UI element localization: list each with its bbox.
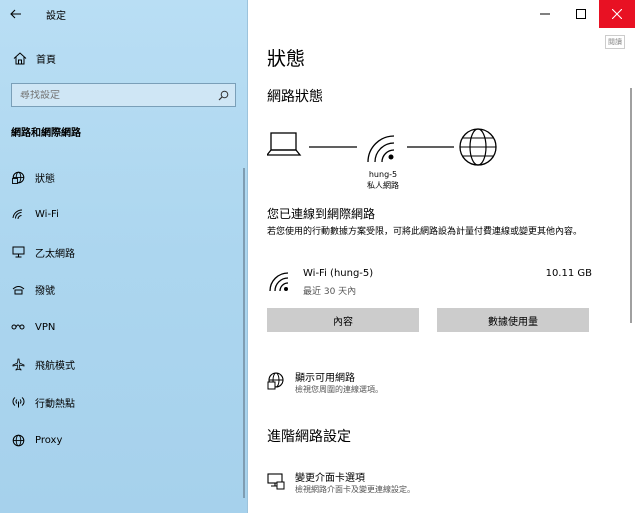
hotspot-icon (8, 396, 28, 408)
search-icon[interactable] (211, 90, 235, 101)
advanced-settings-title: 進階網路設定 (267, 429, 351, 445)
properties-button[interactable]: 內容 (267, 308, 419, 332)
close-icon (612, 9, 622, 19)
vpn-icon (8, 322, 28, 332)
maximize-button[interactable] (563, 0, 599, 28)
maximize-icon (576, 9, 586, 19)
option-description: 檢視網路介面卡及變更連線設定。 (295, 485, 415, 494)
sidebar-item-label: VPN (35, 321, 56, 333)
sidebar-item-hotspot[interactable]: 行動熱點 (0, 389, 244, 415)
main-content: 閱讀 狀態 網路狀態 hung-5 私人網路 您已連線到網際網路 若您使用的行動… (248, 0, 635, 513)
sidebar-item-dialup[interactable]: 撥號 (0, 276, 244, 302)
network-type: 私人網路 (367, 181, 399, 190)
network-name: hung-5 (368, 170, 398, 179)
globe-icon (8, 434, 28, 447)
globe-network-icon (267, 372, 284, 390)
ethernet-icon (8, 246, 28, 258)
search-box[interactable] (11, 83, 236, 107)
adapter-icon (267, 473, 285, 490)
page-subtitle: 網路狀態 (267, 89, 323, 105)
show-available-networks[interactable]: 顯示可用網路 檢視您周圍的連線選項。 (267, 369, 597, 399)
window-controls (527, 0, 635, 28)
sidebar-item-label: 乙太網路 (35, 248, 75, 260)
option-title: 顯示可用網路 (295, 373, 355, 384)
network-label: hung-5 私人網路 (348, 169, 418, 191)
option-description: 檢視您周圍的連線選項。 (295, 385, 383, 394)
close-button[interactable] (599, 0, 635, 28)
connection-status-title: 您已連線到網際網路 (267, 207, 376, 221)
sidebar-item-label: 首頁 (36, 54, 56, 66)
router-wifi-icon (367, 135, 395, 163)
sidebar-item-proxy[interactable]: Proxy (0, 427, 244, 453)
sidebar-item-airplane[interactable]: 飛航模式 (0, 351, 244, 377)
home-icon (10, 51, 30, 65)
change-adapter-options[interactable]: 變更介面卡選項 檢視網路介面卡及變更連線設定。 (267, 469, 597, 499)
wifi-period: 最近 30 天內 (303, 287, 357, 297)
back-button[interactable] (0, 0, 32, 28)
corner-tag: 閱讀 (605, 35, 625, 49)
sidebar-item-status[interactable]: 狀態 (0, 164, 244, 190)
section-title: 網路和網際網路 (11, 128, 81, 139)
sidebar-item-ethernet[interactable]: 乙太網路 (0, 239, 244, 265)
wifi-name: Wi-Fi (hung-5) (303, 268, 374, 279)
minimize-icon (540, 13, 550, 15)
dialup-icon (8, 284, 28, 295)
laptop-icon (267, 132, 302, 156)
sidebar: 設定 首頁 網路和網際網路 狀態 Wi-Fi 乙太網路 (0, 0, 248, 513)
sidebar-item-vpn[interactable]: VPN (0, 314, 244, 340)
airplane-icon (8, 358, 28, 371)
back-arrow-icon (10, 9, 21, 19)
sidebar-item-label: 飛航模式 (35, 360, 75, 372)
sidebar-item-label: 行動熱點 (35, 398, 75, 410)
sidebar-item-home[interactable]: 首頁 (0, 45, 248, 71)
minimize-button[interactable] (527, 0, 563, 28)
globe-status-icon (8, 171, 28, 184)
sidebar-item-label: 狀態 (35, 173, 55, 185)
sidebar-item-label: Wi-Fi (35, 208, 59, 220)
wifi-signal-icon (269, 272, 289, 292)
internet-globe-icon (459, 128, 497, 166)
sidebar-scrollbar[interactable] (243, 168, 245, 498)
connection-status-description: 若您使用的行動數據方案受限，可將此網路設為計量付費連線或變更其他內容。 (267, 227, 583, 237)
app-title: 設定 (46, 10, 66, 22)
search-input[interactable] (12, 89, 211, 101)
option-title: 變更介面卡選項 (295, 473, 365, 484)
wifi-icon (8, 208, 28, 220)
sidebar-item-label: Proxy (35, 434, 63, 446)
wifi-connection-row: Wi-Fi (hung-5) 最近 30 天內 10.11 GB (267, 266, 592, 300)
data-usage-button[interactable]: 數據使用量 (437, 308, 589, 332)
sidebar-item-wifi[interactable]: Wi-Fi (0, 201, 244, 227)
main-scrollbar[interactable] (630, 88, 632, 323)
wifi-data-usage: 10.11 GB (545, 268, 592, 279)
title-bar: 設定 (0, 0, 248, 28)
page-title: 狀態 (267, 48, 306, 70)
sidebar-item-label: 撥號 (35, 285, 55, 297)
